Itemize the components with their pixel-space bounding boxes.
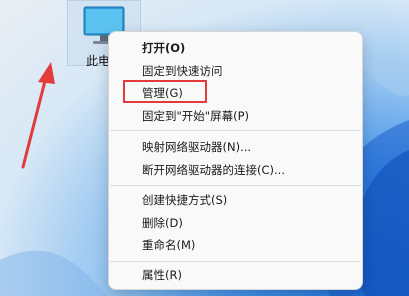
- menu-item-map-network-drive[interactable]: 映射网络驱动器(N)...: [142, 136, 251, 158]
- menu-item-delete[interactable]: 删除(D): [142, 212, 183, 234]
- context-menu: 打开(O) 固定到快速访问 管理(G) 固定到"开始"屏幕(P) 映射网络驱动器…: [108, 31, 363, 290]
- menu-separator: [110, 185, 361, 186]
- manage-highlight-box: [123, 80, 207, 103]
- menu-item-disconnect-network-drive[interactable]: 断开网络驱动器的连接(C)...: [142, 159, 285, 181]
- menu-item-create-shortcut[interactable]: 创建快捷方式(S): [142, 189, 227, 211]
- menu-item-rename[interactable]: 重命名(M): [142, 234, 195, 256]
- menu-item-open[interactable]: 打开(O): [142, 37, 185, 59]
- menu-separator: [110, 130, 361, 131]
- menu-item-pin-start[interactable]: 固定到"开始"屏幕(P): [142, 105, 249, 127]
- menu-item-properties[interactable]: 属性(R): [142, 264, 182, 286]
- menu-item-pin-quick-access[interactable]: 固定到快速访问: [142, 60, 223, 82]
- desktop-wallpaper: 此电 打开(O) 固定到快速访问 管理(G) 固定到"开始"屏幕(P) 映射网络…: [0, 0, 409, 296]
- menu-separator: [110, 261, 361, 262]
